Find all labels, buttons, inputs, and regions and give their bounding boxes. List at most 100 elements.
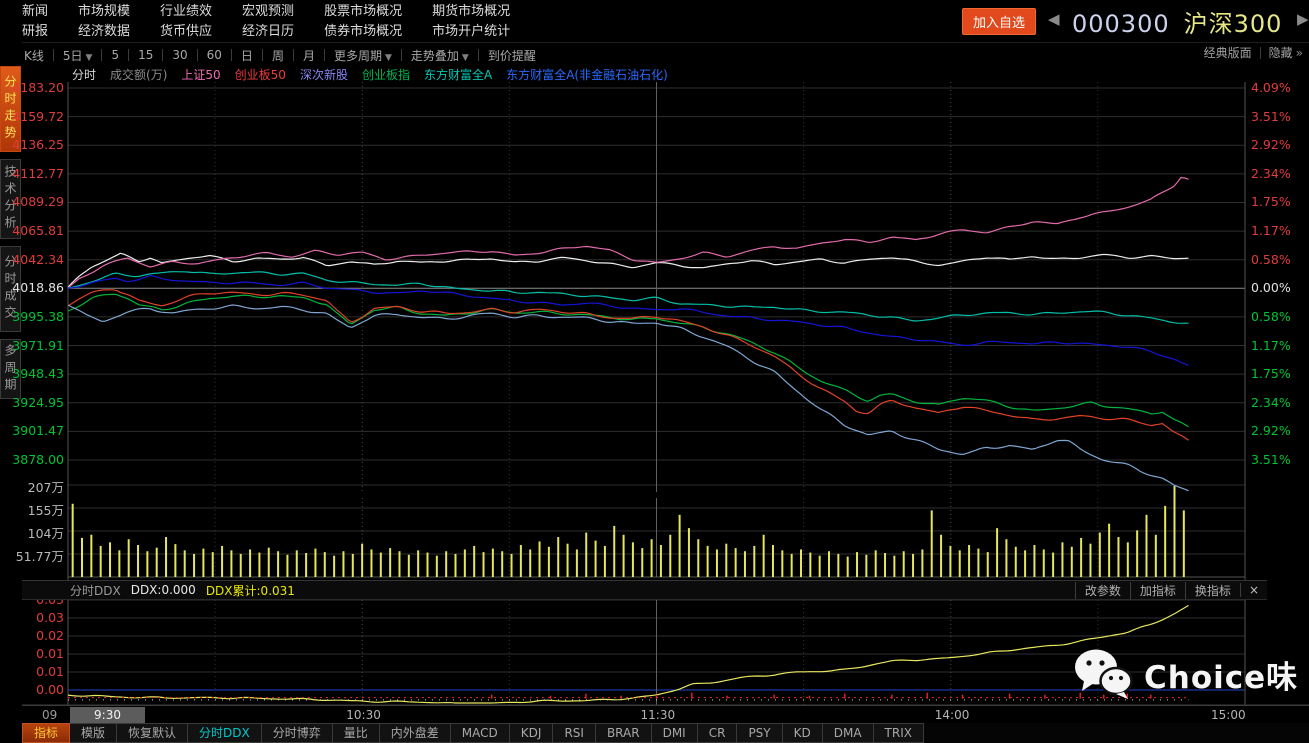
menu-item-经济数据[interactable]: 经济数据: [78, 23, 130, 40]
menu-item-市场开户统计[interactable]: 市场开户统计: [432, 23, 510, 40]
toolbar-item-5日[interactable]: 5日▼: [61, 47, 95, 64]
divider: [53, 49, 54, 61]
hide-button[interactable]: 隐藏: [1269, 44, 1293, 61]
axis-label: 3878.00: [4, 452, 64, 467]
app-window: 新闻研报 市场规模经济数据 行业绩效货币供应 宏观预测经济日历 股票市场概况债券市场概况…: [0, 0, 1309, 743]
indicator-tab-DMA[interactable]: DMA: [823, 723, 874, 743]
divider: [1260, 47, 1261, 59]
axis-label: 207万: [4, 477, 64, 496]
indicator-tab-MACD[interactable]: MACD: [451, 723, 510, 743]
toolbar-item-更多周期[interactable]: 更多周期▼: [332, 47, 394, 64]
toolbar-item-15[interactable]: 15: [136, 48, 155, 62]
axis-label: 4136.25: [4, 137, 64, 152]
axis-label: 3.51%: [1251, 109, 1291, 124]
indicator-tab-TRIX[interactable]: TRIX: [874, 723, 924, 743]
toolbar-item-30[interactable]: 30: [170, 48, 189, 62]
next-symbol-icon[interactable]: ▶: [1297, 10, 1309, 28]
axis-label: 0.01: [4, 646, 64, 661]
axis-label: 4112.77: [4, 166, 64, 181]
toolbar-item-走势叠加[interactable]: 走势叠加▼: [409, 47, 471, 64]
axis-label: 2.34%: [1251, 166, 1291, 181]
axis-label: 0.58%: [1251, 309, 1291, 324]
menu-item-研报[interactable]: 研报: [22, 23, 48, 40]
axis-label: 4065.81: [4, 223, 64, 238]
indicator-tab-RSI[interactable]: RSI: [553, 723, 596, 743]
time-label-14:00: 14:00: [935, 708, 970, 722]
add-watchlist-button[interactable]: 加入自选: [962, 8, 1036, 35]
divider: [197, 49, 198, 61]
change-params-button[interactable]: 改参数: [1075, 582, 1130, 599]
menu-item-新闻[interactable]: 新闻: [22, 3, 48, 20]
axis-label: 0.01: [4, 664, 64, 679]
menu-column: 期货市场概况市场开户统计: [432, 3, 510, 40]
divider: [262, 49, 263, 61]
axis-label: 2.92%: [1251, 137, 1291, 152]
indicator-tab-PSY[interactable]: PSY: [737, 723, 782, 743]
axis-label: 4.09%: [1251, 80, 1291, 95]
indicator-tab-BRAR[interactable]: BRAR: [596, 723, 652, 743]
axis-label: 104万: [4, 523, 64, 542]
axis-label: 2.34%: [1251, 395, 1291, 410]
axis-label: 4089.29: [4, 194, 64, 209]
time-highlight-930[interactable]: 9:30: [70, 707, 145, 723]
toolbar-item-60[interactable]: 60: [205, 48, 224, 62]
menu-column: 新闻研报: [22, 3, 48, 40]
wechat-icon: [1072, 648, 1136, 700]
indicator-tab-分时博弈[interactable]: 分时博弈: [262, 723, 333, 743]
watermark-text: Choice味: [1144, 652, 1298, 697]
toolbar-item-5[interactable]: 5: [109, 48, 121, 62]
menu-item-行业绩效[interactable]: 行业绩效: [160, 3, 212, 20]
toolbar-item-K线[interactable]: K线: [22, 47, 46, 64]
indicator-tab-DMI[interactable]: DMI: [652, 723, 698, 743]
prev-symbol-icon[interactable]: ◀: [1048, 10, 1060, 28]
indicator-tab-bar: 指标模版恢复默认分时DDX分时博弈量比内外盘差MACDKDJRSIBRARDMI…: [22, 723, 1309, 743]
indicator-tab-分时DDX[interactable]: 分时DDX: [188, 723, 262, 743]
add-indicator-button[interactable]: 加指标: [1130, 582, 1185, 599]
axis-label: 0.58%: [1251, 252, 1291, 267]
indicator-tab-内外盘差[interactable]: 内外盘差: [380, 723, 451, 743]
time-label-10:30: 10:30: [346, 708, 381, 722]
watermark: Choice味: [1072, 648, 1298, 700]
axis-label: 1.17%: [1251, 338, 1291, 353]
menu-item-股票市场概况[interactable]: 股票市场概况: [324, 3, 402, 20]
classic-layout-button[interactable]: 经典版面: [1204, 44, 1252, 61]
menu-item-宏观预测[interactable]: 宏观预测: [242, 3, 294, 20]
axis-label: 4159.72: [4, 109, 64, 124]
axis-label: 51.77万: [4, 546, 64, 565]
menu-item-市场规模[interactable]: 市场规模: [78, 3, 130, 20]
axis-label: 4042.34: [4, 252, 64, 267]
axis-label: 0.00: [4, 682, 64, 697]
axis-label: 1.17%: [1251, 223, 1291, 238]
axis-label: 1.75%: [1251, 194, 1291, 209]
axis-label: 4183.20: [4, 80, 64, 95]
symbol-code: 000300: [1072, 10, 1170, 38]
menu-item-经济日历[interactable]: 经济日历: [242, 23, 294, 40]
close-indicator-icon[interactable]: ×: [1240, 583, 1267, 597]
ddx-cum-value: DDX累计:0.031: [206, 582, 295, 599]
axis-label: 0.02: [4, 628, 64, 643]
indicator-tab-模版[interactable]: 模版: [70, 723, 117, 743]
indicator-tab-量比[interactable]: 量比: [333, 723, 380, 743]
indicator-tab-KD[interactable]: KD: [783, 723, 823, 743]
toolbar-item-到价提醒[interactable]: 到价提醒: [486, 47, 538, 64]
ddx-value: DDX:0.000: [131, 583, 196, 597]
menu-item-期货市场概况[interactable]: 期货市场概况: [432, 3, 510, 20]
switch-indicator-button[interactable]: 换指标: [1185, 582, 1240, 599]
indicator-tab-CR[interactable]: CR: [698, 723, 738, 743]
axis-label: 3901.47: [4, 423, 64, 438]
indicator-tab-KDJ[interactable]: KDJ: [510, 723, 554, 743]
time-axis: 09 9:30 10:3011:3014:0015:00: [22, 705, 1309, 724]
time-label-15:00: 15:00: [1211, 708, 1246, 722]
menu-item-债券市场概况[interactable]: 债券市场概况: [324, 23, 402, 40]
toolbar-item-周[interactable]: 周: [270, 47, 286, 64]
menu-column: 股票市场概况债券市场概况: [324, 3, 402, 40]
hide-arrows-icon[interactable]: »: [1296, 46, 1303, 60]
toolbar-item-月[interactable]: 月: [301, 47, 317, 64]
indicator-tab-指标[interactable]: 指标: [22, 723, 70, 743]
menu-item-货币供应[interactable]: 货币供应: [160, 23, 212, 40]
chart-canvas[interactable]: [22, 66, 1309, 723]
symbol-title: 000300沪深300: [1072, 4, 1282, 39]
axis-label: 0.00%: [1251, 280, 1291, 295]
toolbar-item-日[interactable]: 日: [239, 47, 255, 64]
indicator-tab-恢复默认[interactable]: 恢复默认: [117, 723, 188, 743]
